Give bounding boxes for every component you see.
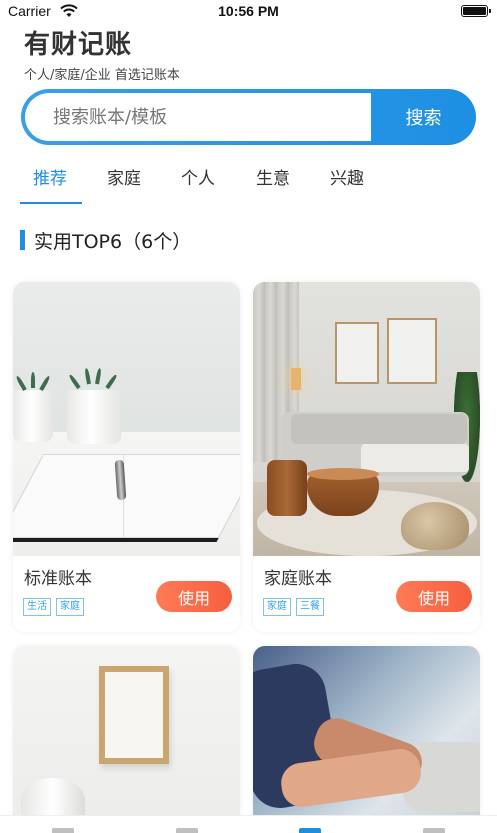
tabbar-icon[interactable] bbox=[52, 828, 74, 833]
card-tags: 生活 家庭 bbox=[23, 598, 84, 616]
status-bar: Carrier 10:56 PM bbox=[0, 0, 497, 26]
search-input[interactable] bbox=[53, 93, 363, 141]
tab-hobby[interactable]: 兴趣 bbox=[330, 164, 364, 189]
card-image-handshake bbox=[253, 646, 480, 833]
card-tags: 家庭 三餐 bbox=[263, 598, 324, 616]
app-subtitle: 个人/家庭/企业 首选记账本 bbox=[24, 68, 180, 83]
section-accent-bar bbox=[20, 230, 25, 250]
tag-badge: 三餐 bbox=[296, 598, 324, 616]
bottom-tab-bar bbox=[0, 815, 497, 833]
tag-badge: 家庭 bbox=[263, 598, 291, 616]
tab-personal[interactable]: 个人 bbox=[181, 164, 215, 189]
template-card[interactable]: 家庭账本 家庭 三餐 使用 bbox=[253, 282, 480, 632]
clock: 10:56 PM bbox=[218, 3, 279, 19]
search-button[interactable]: 搜索 bbox=[371, 89, 476, 145]
use-button[interactable]: 使用 bbox=[396, 581, 472, 612]
section-title: 实用TOP6（6个） bbox=[34, 230, 192, 253]
card-title: 标准账本 bbox=[24, 569, 92, 589]
search-field-container bbox=[25, 93, 371, 141]
card-image-desk bbox=[13, 282, 240, 556]
tabbar-icon-active[interactable] bbox=[299, 828, 321, 833]
card-image-frame bbox=[13, 646, 240, 833]
tab-family[interactable]: 家庭 bbox=[107, 164, 141, 189]
tabbar-icon[interactable] bbox=[176, 828, 198, 833]
search-bar: 搜索 bbox=[21, 89, 476, 145]
tag-badge: 生活 bbox=[23, 598, 51, 616]
active-tab-indicator bbox=[20, 202, 82, 204]
section-header: 实用TOP6（6个） bbox=[20, 228, 192, 253]
use-button[interactable]: 使用 bbox=[156, 581, 232, 612]
tabbar-icon[interactable] bbox=[423, 828, 445, 833]
template-card[interactable] bbox=[253, 646, 480, 833]
category-tabs: 推荐 家庭 个人 生意 兴趣 bbox=[0, 160, 497, 206]
card-title: 家庭账本 bbox=[264, 569, 332, 589]
battery-icon bbox=[461, 5, 491, 17]
tab-recommended[interactable]: 推荐 bbox=[33, 164, 67, 189]
tab-business[interactable]: 生意 bbox=[256, 164, 290, 189]
template-card[interactable]: 标准账本 生活 家庭 使用 bbox=[13, 282, 240, 632]
app-title: 有财记账 bbox=[24, 30, 133, 60]
template-card[interactable] bbox=[13, 646, 240, 833]
tag-badge: 家庭 bbox=[56, 598, 84, 616]
card-image-living-room bbox=[253, 282, 480, 556]
